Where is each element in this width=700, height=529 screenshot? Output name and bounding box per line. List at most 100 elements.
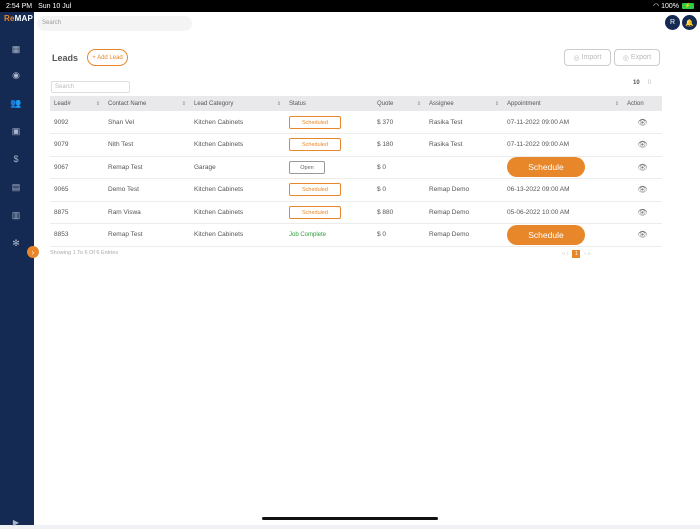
appointment: 07-11-2022 09:00 AM — [507, 141, 570, 149]
lead-category: Garage — [194, 163, 216, 171]
eye-icon: ◎ — [622, 54, 631, 62]
assignee: Rasika Test — [429, 118, 463, 126]
lead-category: Kitchen Cabinets — [194, 141, 244, 149]
table-row[interactable]: 9067 Remap Test Garage Open $ 0 Schedule… — [50, 156, 662, 179]
pagination-previous[interactable]: ‹‹ ‹ — [562, 251, 568, 257]
gear-icon[interactable]: ✻ — [9, 236, 23, 250]
contact-name: Demo Test — [108, 186, 139, 194]
lead-number: 8875 — [54, 208, 69, 216]
page-title: Leads — [52, 53, 79, 63]
clock: 2:54 PM — [6, 2, 33, 10]
quote: $ 180 — [377, 141, 394, 149]
avatar[interactable]: R — [665, 15, 680, 30]
status-cell: Scheduled — [285, 134, 373, 157]
dollar-icon[interactable]: $ — [9, 152, 23, 166]
youtube-icon[interactable]: ▶ — [9, 515, 23, 529]
page-size-selector[interactable]: 10 0 — [633, 80, 651, 86]
eye-icon: ◎ — [573, 54, 582, 62]
appointment: 06-13-2022 09:00 AM — [507, 186, 570, 194]
date: Sun 10 Jul — [38, 2, 72, 10]
view-eye-icon[interactable]: 👁 — [623, 179, 662, 202]
appointment: 07-11-2022 09:00 AM — [507, 118, 570, 126]
lead-category: Kitchen Cabinets — [194, 231, 244, 239]
bell-icon[interactable]: 🔔 — [682, 15, 697, 30]
header-contact[interactable]: Contact Name ⇕ — [104, 96, 190, 111]
lead-category: Kitchen Cabinets — [194, 208, 244, 216]
status-cell: Scheduled — [285, 201, 373, 224]
table-search-input[interactable]: Search — [51, 81, 130, 93]
status-badge: Open — [289, 160, 325, 174]
contact-name: Shan Vel — [108, 118, 135, 126]
lead-number: 9065 — [54, 186, 69, 194]
user-circle-icon[interactable]: ◉ — [9, 68, 23, 82]
quote: $ 0 — [377, 231, 387, 239]
leads-icon[interactable]: 👥 — [9, 96, 23, 110]
appointment: Schedule — [503, 224, 623, 247]
appointment: Schedule — [503, 156, 623, 179]
view-eye-icon[interactable]: 👁 — [623, 134, 662, 157]
add-lead-button[interactable]: + Add Lead — [87, 49, 128, 66]
table-row[interactable]: 9079 Nith Test Kitchen Cabinets Schedule… — [50, 134, 662, 157]
status-badge: Scheduled — [289, 205, 341, 219]
assignee: Remap Demo — [429, 231, 470, 239]
view-eye-icon[interactable]: 👁 — [623, 156, 662, 179]
status-badge: Job Complete — [289, 232, 327, 239]
lead-category: Kitchen Cabinets — [194, 186, 244, 194]
table-row[interactable]: 8875 Ram Viswa Kitchen Cabinets Schedule… — [50, 201, 662, 224]
status-cell: Open — [285, 156, 373, 179]
table-header-row: Lead# ⇕ Contact Name ⇕ Lead Category ⇕ Stat… — [50, 96, 662, 111]
main-content: Leads + Add Lead ◎ Import ◎ Export Searc… — [34, 36, 700, 525]
status-badge: Scheduled — [289, 183, 341, 197]
contact-name: Remap Test — [108, 231, 143, 239]
home-indicator — [262, 517, 438, 520]
status-cell: Scheduled — [285, 111, 373, 134]
schedule-button[interactable]: Schedule — [507, 157, 585, 178]
chevron-right-icon[interactable]: › — [27, 246, 39, 258]
view-eye-icon[interactable]: 👁 — [623, 224, 662, 247]
wifi-icon: ◠ — [653, 3, 660, 10]
export-button[interactable]: ◎ Export — [614, 49, 660, 66]
battery-icon: ⚡ — [682, 3, 694, 9]
device-status-bar: 2:54 PM Sun 10 Jul ◠ 100% ⚡ — [0, 0, 700, 12]
search-input[interactable]: Search — [37, 16, 192, 31]
assignee: Rasika Test — [429, 141, 463, 149]
header-lead[interactable]: Lead# ⇕ — [50, 96, 104, 111]
view-eye-icon[interactable]: 👁 — [623, 111, 662, 134]
leads-table: Lead# ⇕ Contact Name ⇕ Lead Category ⇕ Stat… — [50, 96, 662, 247]
entries-info: Showing 1 To 6 Of 6 Entries — [50, 250, 119, 256]
status-badge: Scheduled — [289, 138, 341, 152]
quote: $ 0 — [377, 163, 387, 171]
contact-name: Ram Viswa — [108, 208, 141, 216]
dashboard-icon[interactable]: ▦ — [9, 42, 23, 56]
sidebar: ReMAP ▦ ◉ 👥 ▣ $ ▤ ▥ ✻ ▶ — [0, 12, 34, 527]
pagination: ‹‹ ‹ 1 › ›› — [562, 250, 591, 258]
assignee: Remap Demo — [429, 186, 470, 194]
calendar-icon[interactable]: ▣ — [9, 124, 23, 138]
header-assignee[interactable]: Assignee ⇕ — [425, 96, 503, 111]
top-bar: Search R 🔔 — [34, 12, 700, 36]
table-row[interactable]: 8853 Remap Test Kitchen Cabinets Job Com… — [50, 224, 662, 247]
document-icon[interactable]: ▥ — [9, 208, 23, 222]
lead-number: 8853 — [54, 231, 69, 239]
clipboard-icon[interactable]: ▤ — [9, 180, 23, 194]
assignee — [425, 156, 503, 179]
header-action: Action — [627, 100, 644, 107]
import-button[interactable]: ◎ Import — [564, 49, 611, 66]
schedule-button[interactable]: Schedule — [507, 224, 585, 245]
pagination-current[interactable]: 1 — [572, 250, 581, 258]
view-eye-icon[interactable]: 👁 — [623, 201, 662, 224]
quote: $ 0 — [377, 186, 387, 194]
table-row[interactable]: 9092 Shan Vel Kitchen Cabinets Scheduled… — [50, 111, 662, 134]
status-cell: Scheduled — [285, 179, 373, 202]
lead-category: Kitchen Cabinets — [194, 118, 244, 126]
header-quote[interactable]: Quote ⇕ — [373, 96, 425, 111]
status-badge: Scheduled — [289, 115, 341, 129]
status-cell: Job Complete — [285, 224, 373, 247]
assignee: Remap Demo — [429, 208, 470, 216]
app-logo[interactable]: ReMAP — [4, 14, 33, 23]
contact-name: Nith Test — [108, 141, 134, 149]
pagination-next[interactable]: › ›› — [584, 251, 590, 257]
table-row[interactable]: 9065 Demo Test Kitchen Cabinets Schedule… — [50, 179, 662, 202]
header-appointment[interactable]: Appointment ⇕ — [503, 96, 623, 111]
header-category[interactable]: Lead Category ⇕ — [190, 96, 285, 111]
